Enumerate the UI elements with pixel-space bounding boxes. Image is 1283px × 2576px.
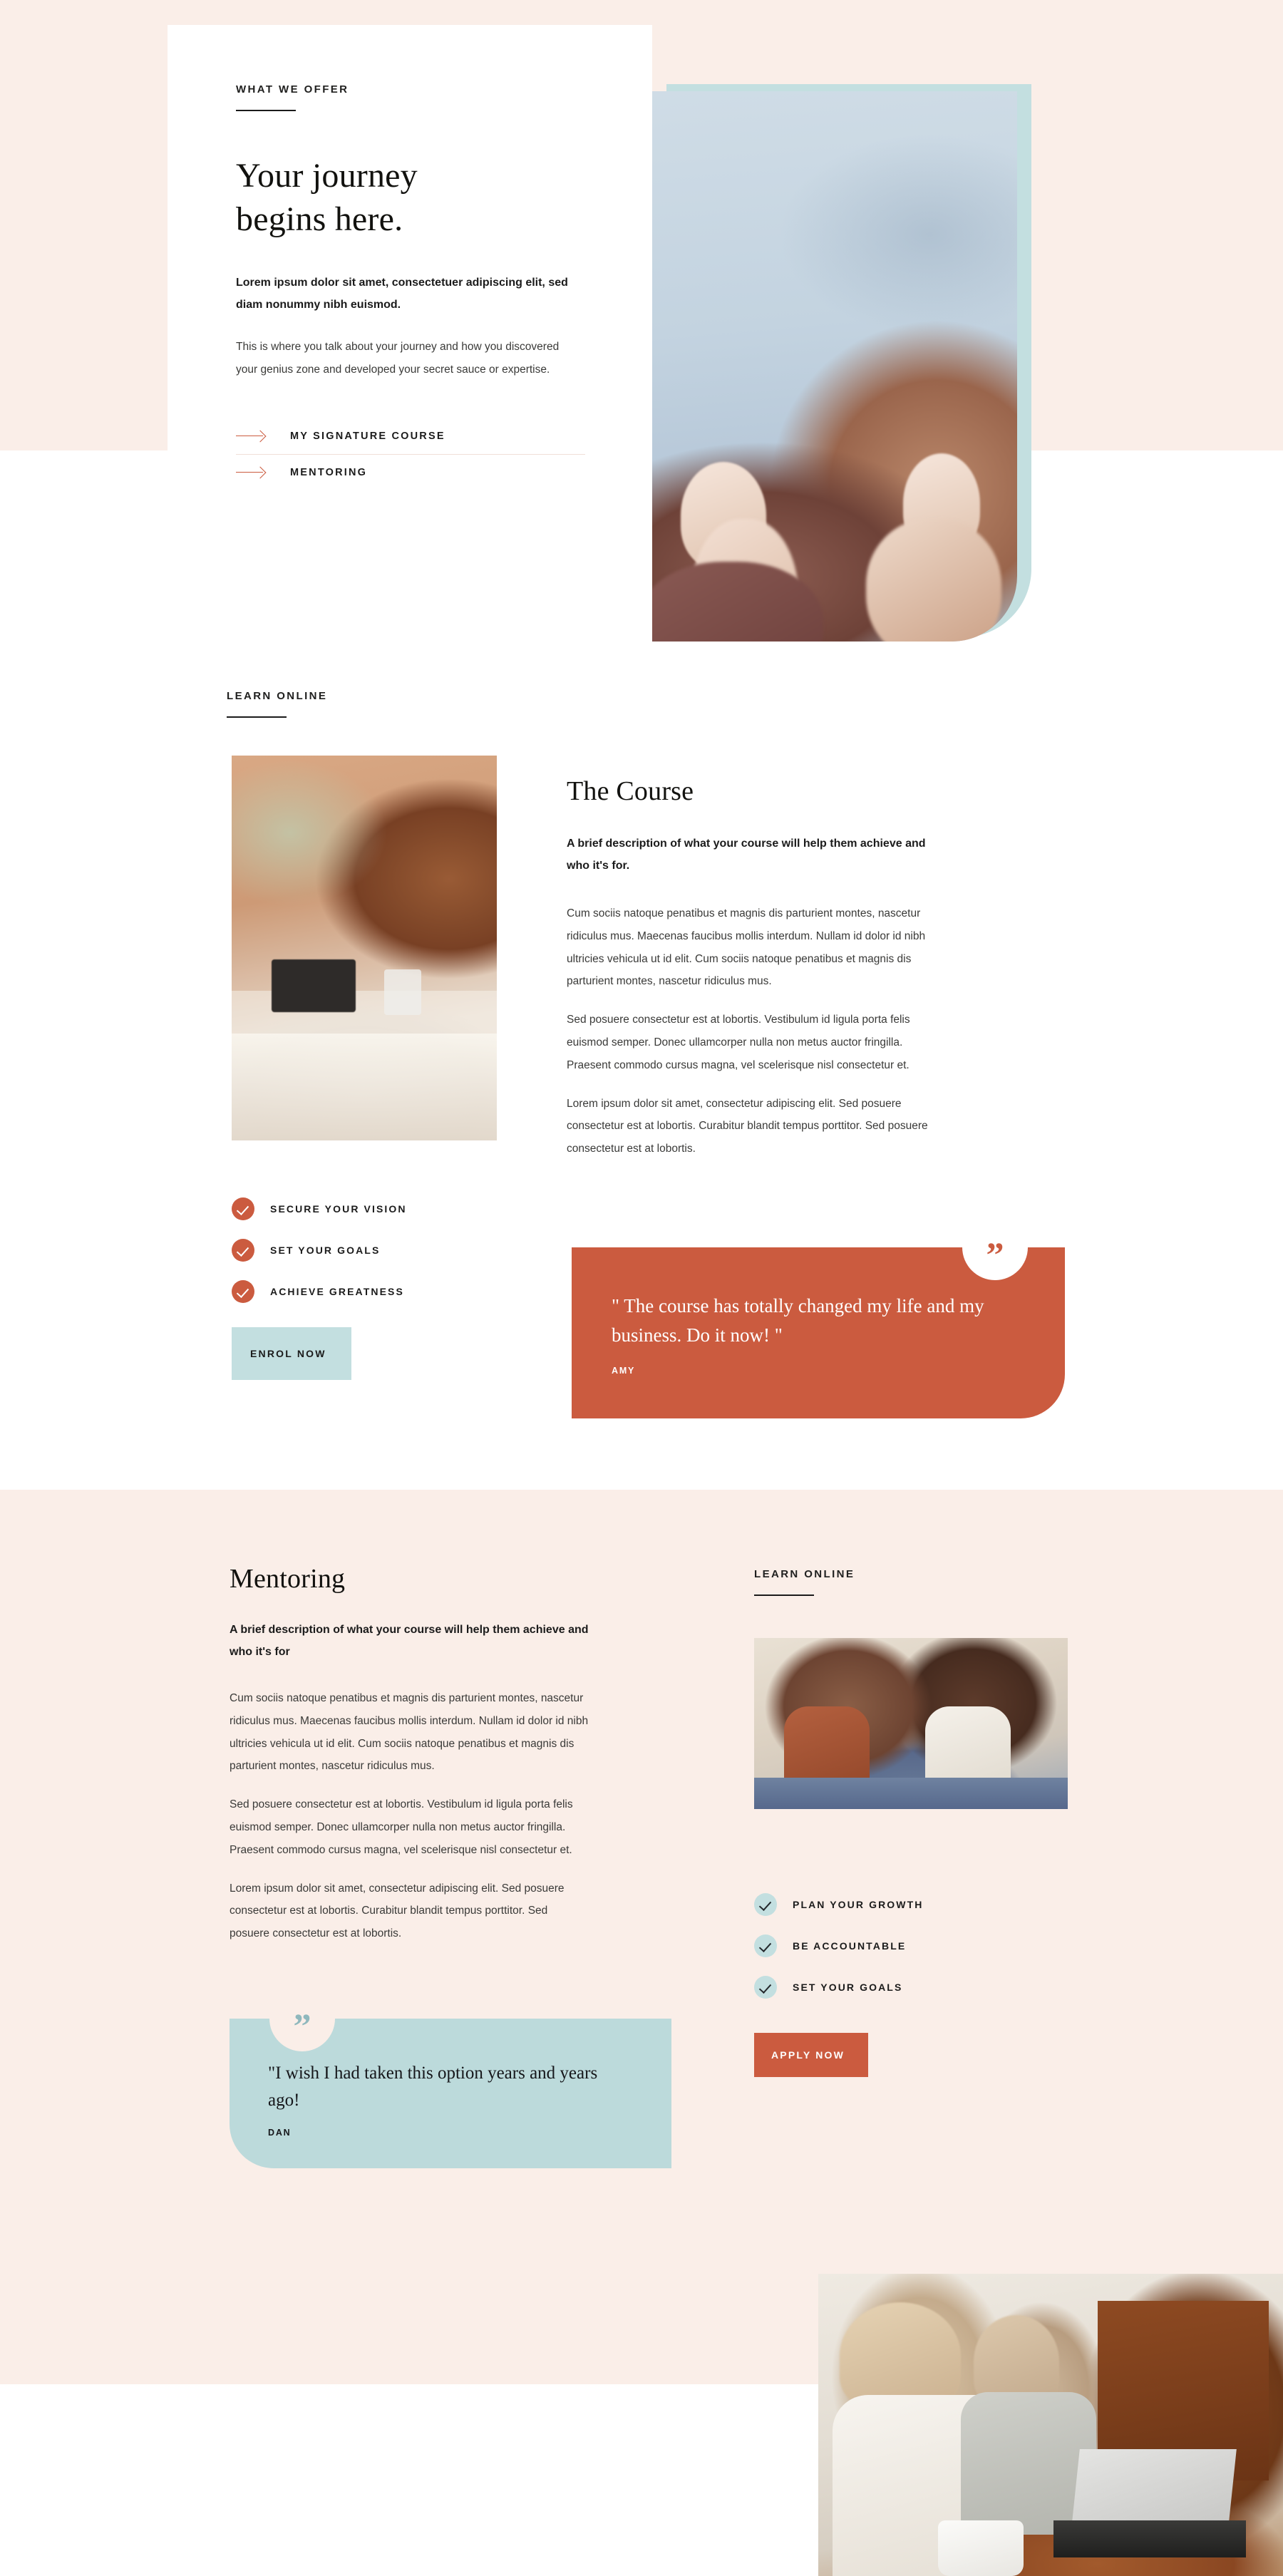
mentoring-checklist-label: PLAN YOUR GROWTH	[793, 1899, 924, 1910]
hero-eyebrow-rule	[236, 110, 296, 111]
mentoring-eyebrow-group: LEARN ONLINE	[754, 1568, 1068, 1596]
course-eyebrow-rule	[227, 716, 287, 718]
course-text-column: The Course A brief description of what y…	[567, 776, 930, 1160]
mentoring-paragraphs: Cum sociis natoque penatibus et magnis d…	[230, 1687, 589, 1945]
mentoring-background-band	[0, 1490, 1283, 2384]
course-checklist-item[interactable]: ACHIEVE GREATNESS	[232, 1274, 407, 1309]
hero-sleeve-shape	[652, 562, 823, 642]
mentoring-checklist-item[interactable]: BE ACCOUNTABLE	[754, 1929, 923, 1963]
mentoring-eyebrow-rule	[754, 1594, 814, 1596]
mentoring-checklist-item[interactable]: PLAN YOUR GROWTH	[754, 1887, 923, 1922]
mentoring-testimonial-author: DAN	[268, 2128, 292, 2138]
hero-link-label: MY SIGNATURE COURSE	[290, 430, 445, 442]
check-circle-icon	[232, 1280, 254, 1303]
course-paragraph: Lorem ipsum dolor sit amet, consectetur …	[567, 1097, 928, 1155]
course-photo-bag-shape	[272, 959, 356, 1012]
hero-paragraph: This is where you talk about your journe…	[236, 341, 560, 376]
mentoring-testimonial-card: ” "I wish I had taken this option years …	[230, 1986, 671, 2168]
bottom-photo-hair-left-shape	[840, 2302, 961, 2409]
mentoring-photo	[754, 1638, 1068, 1809]
mentoring-checklist: PLAN YOUR GROWTH BE ACCOUNTABLE SET YOUR…	[754, 1887, 923, 2004]
mentoring-checklist-label: SET YOUR GOALS	[793, 1982, 903, 1993]
course-testimonial-author: AMY	[612, 1366, 636, 1376]
course-paragraph: Cum sociis natoque penatibus et magnis d…	[567, 907, 926, 988]
mentoring-checklist-label: BE ACCOUNTABLE	[793, 1940, 907, 1952]
course-title: The Course	[567, 776, 694, 806]
mentoring-lead-text: A brief description of what your course …	[230, 1623, 589, 1658]
hero-link-signature-course[interactable]: MY SIGNATURE COURSE	[236, 418, 585, 454]
mentoring-paragraph: Sed posuere consectetur est at lobortis.…	[230, 1798, 573, 1856]
course-paragraphs: Cum sociis natoque penatibus et magnis d…	[567, 902, 930, 1160]
hero-title-line-1: Your journey	[236, 157, 418, 195]
hero-arm-right-shape	[866, 519, 1001, 642]
mentoring-eyebrow: LEARN ONLINE	[754, 1568, 855, 1580]
mentoring-paragraph: Cum sociis natoque penatibus et magnis d…	[230, 1692, 589, 1773]
course-checklist-label: SECURE YOUR VISION	[270, 1203, 407, 1215]
hero-title-line-2: begins here.	[236, 200, 403, 239]
mentoring-photo-jeans-shape	[754, 1778, 1068, 1809]
bottom-photo-keyboard-shape	[1053, 2520, 1246, 2557]
hero-lead-text: Lorem ipsum dolor sit amet, consectetuer…	[236, 276, 568, 311]
enrol-now-button[interactable]: ENROL NOW	[232, 1327, 351, 1380]
hero-title: Your journey begins here.	[236, 154, 584, 242]
mentoring-checklist-item[interactable]: SET YOUR GOALS	[754, 1970, 923, 2004]
course-photo-table-top-shape	[232, 1034, 497, 1140]
hero-link-mentoring[interactable]: MENTORING	[236, 453, 585, 490]
quote-badge-icon: ”	[269, 1986, 335, 2051]
course-testimonial-card: ” " The course has totally changed my li…	[572, 1215, 1065, 1418]
course-testimonial-quote: " The course has totally changed my life…	[612, 1295, 984, 1346]
mentoring-title: Mentoring	[230, 1564, 346, 1594]
hero-photo	[652, 91, 1017, 642]
hero-link-label: MENTORING	[290, 466, 368, 478]
course-eyebrow-group: LEARN ONLINE	[227, 690, 327, 718]
course-paragraph: Sed posuere consectetur est at lobortis.…	[567, 1014, 910, 1071]
course-eyebrow: LEARN ONLINE	[227, 690, 328, 702]
course-checklist-label: SET YOUR GOALS	[270, 1245, 381, 1256]
course-checklist-item[interactable]: SECURE YOUR VISION	[232, 1192, 407, 1226]
check-circle-icon	[232, 1197, 254, 1220]
arrow-right-icon	[236, 468, 267, 478]
apply-now-button[interactable]: APPLY NOW	[754, 2033, 868, 2077]
quote-badge-icon: ”	[962, 1215, 1028, 1280]
course-photo-glass-shape	[384, 969, 421, 1015]
check-circle-icon	[754, 1934, 777, 1957]
arrow-right-icon	[236, 431, 267, 441]
course-photo	[232, 756, 497, 1140]
course-checklist-label: ACHIEVE GREATNESS	[270, 1286, 404, 1297]
bottom-photo-mug-shape	[938, 2520, 1024, 2576]
course-checklist-item[interactable]: SET YOUR GOALS	[232, 1233, 407, 1267]
hero-eyebrow-group: WHAT WE OFFER	[236, 83, 584, 111]
course-checklist: SECURE YOUR VISION SET YOUR GOALS ACHIEV…	[232, 1192, 407, 1309]
hero-text-card: WHAT WE OFFER Your journey begins here. …	[168, 25, 652, 478]
hero-link-list: MY SIGNATURE COURSE MENTORING	[236, 418, 585, 490]
mentoring-paragraph: Lorem ipsum dolor sit amet, consectetur …	[230, 1882, 565, 1940]
check-circle-icon	[754, 1976, 777, 1999]
landing-page: WHAT WE OFFER Your journey begins here. …	[0, 0, 1283, 2576]
bottom-photo	[818, 2274, 1283, 2576]
mentoring-testimonial-quote: "I wish I had taken this option years an…	[268, 2064, 598, 2110]
check-circle-icon	[232, 1239, 254, 1262]
course-lead-text: A brief description of what your course …	[567, 837, 926, 872]
hero-eyebrow: WHAT WE OFFER	[236, 83, 349, 96]
mentoring-text-column: Mentoring A brief description of what yo…	[230, 1564, 589, 1945]
check-circle-icon	[754, 1893, 777, 1916]
